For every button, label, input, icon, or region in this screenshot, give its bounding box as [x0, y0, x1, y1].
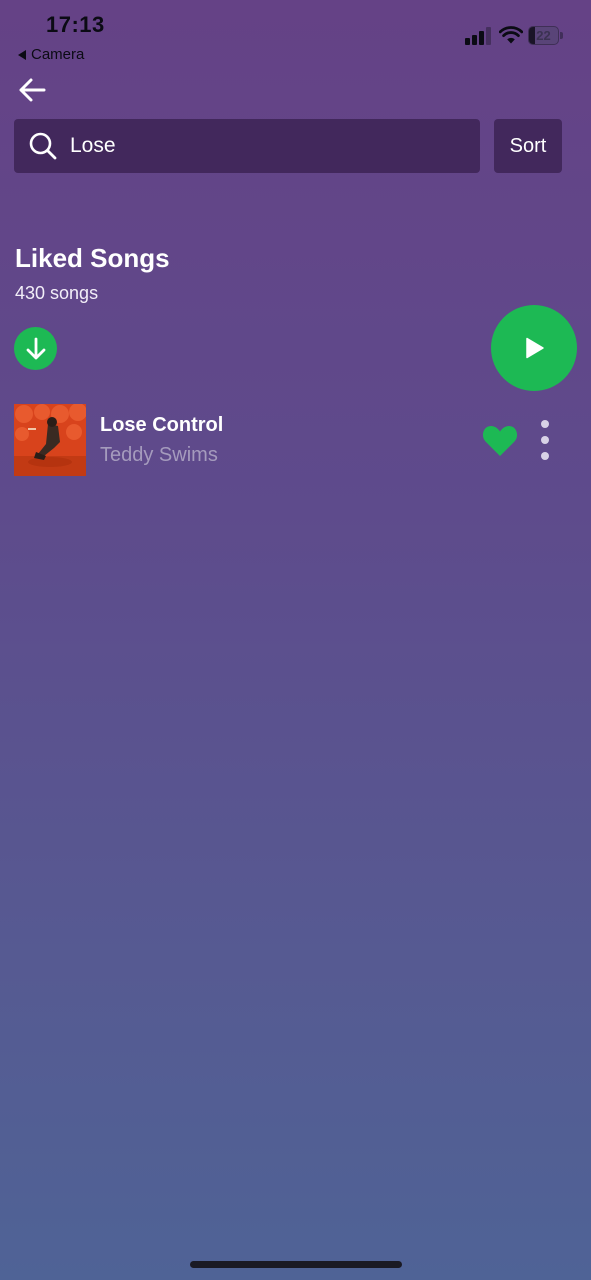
back-triangle-icon: [18, 49, 26, 60]
heart-icon[interactable]: [481, 422, 519, 458]
download-button[interactable]: [14, 327, 57, 370]
search-bar[interactable]: [14, 119, 480, 173]
playlist-title: Liked Songs: [15, 243, 170, 273]
home-indicator[interactable]: [190, 1261, 402, 1268]
track-row[interactable]: Lose Control Teddy Swims: [14, 404, 562, 478]
battery-level: 22: [536, 28, 551, 43]
more-dot: [541, 452, 549, 460]
signal-icon: [465, 27, 491, 45]
status-time: 17:13: [46, 12, 105, 37]
song-count: 430 songs: [15, 283, 99, 303]
arrow-left-icon: [19, 78, 46, 102]
status-bar: 17:13 Camera 22: [0, 0, 591, 70]
wifi-icon: [499, 26, 523, 44]
track-artist: Teddy Swims: [100, 444, 218, 466]
more-dot: [541, 420, 549, 428]
more-dot: [541, 436, 549, 444]
back-to-app-link[interactable]: Camera: [18, 46, 84, 63]
search-icon: [29, 132, 57, 160]
more-vertical-icon[interactable]: [534, 420, 556, 460]
arrow-down-icon: [26, 337, 45, 359]
battery-icon: 22: [528, 26, 564, 45]
album-art: [14, 404, 86, 476]
play-button[interactable]: [491, 305, 577, 391]
search-input[interactable]: [70, 134, 450, 158]
play-icon: [526, 337, 544, 359]
back-button[interactable]: [14, 72, 50, 108]
back-to-app-label: Camera: [31, 46, 85, 63]
sort-button[interactable]: Sort: [494, 119, 562, 173]
track-title: Lose Control: [100, 414, 224, 436]
